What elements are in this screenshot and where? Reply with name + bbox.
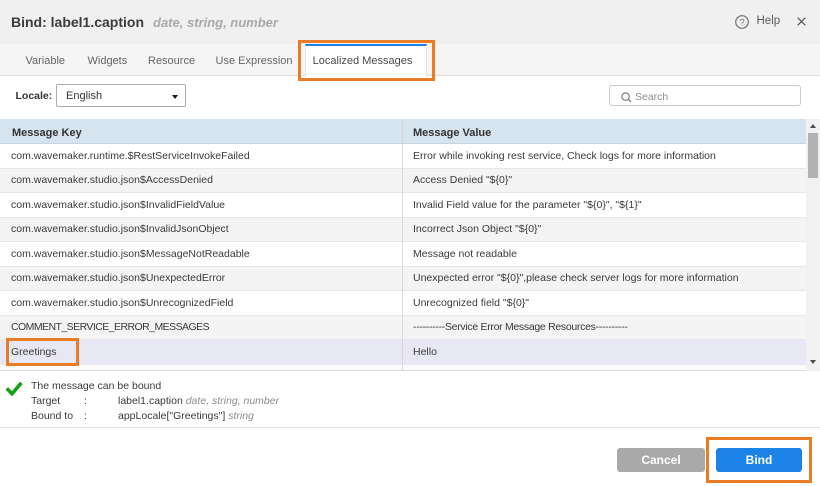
svg-text:?: ? [739, 17, 744, 28]
